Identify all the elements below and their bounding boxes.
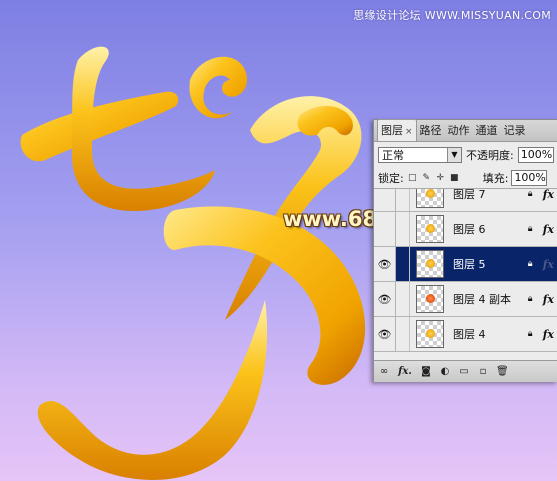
layer-row[interactable]: 图层 7 🔒︎ fx xyxy=(374,189,557,212)
lock-brush-icon[interactable]: ✎ xyxy=(421,173,432,184)
layer-row-selected[interactable]: 👁︎ 图层 5 🔒︎ fx xyxy=(374,247,557,282)
layer-list: 图层 7 🔒︎ fx 图层 6 🔒︎ fx 👁︎ 图层 5 🔒︎ fx 👁︎ 图… xyxy=(374,189,557,359)
layer-thumbnail xyxy=(416,189,444,208)
chevron-down-icon[interactable]: ▼ xyxy=(447,148,461,162)
new-layer-icon[interactable]: ▫ xyxy=(477,366,489,377)
close-icon[interactable]: × xyxy=(405,127,413,137)
tab-paths[interactable]: 路径 xyxy=(417,120,445,141)
link-layers-icon[interactable]: ∞ xyxy=(378,366,390,377)
blend-mode-select[interactable]: 正常 ▼ xyxy=(378,147,462,163)
blend-mode-value: 正常 xyxy=(382,149,404,162)
fx-icon[interactable]: fx xyxy=(543,258,554,271)
fill-label: 填充: xyxy=(482,172,509,185)
layers-panel: 图层 × 路径 动作 通道 记录 正常 ▼ 不透明度: 100% 锁定: □ ✎ … xyxy=(373,119,557,382)
tab-layers-label: 图层 xyxy=(381,124,403,137)
link-cell xyxy=(396,212,410,246)
opacity-input[interactable]: 100% xyxy=(517,147,554,163)
lock-fill-row: 锁定: □ ✎ ✛ ■ 填充: 100% xyxy=(374,168,557,189)
watermark-top: 思缘设计论坛 WWW.MISSYUAN.COM xyxy=(353,9,551,22)
layer-row[interactable]: 图层 6 🔒︎ fx xyxy=(374,212,557,247)
fill-input[interactable]: 100% xyxy=(511,170,548,186)
opacity-label: 不透明度: xyxy=(466,149,514,162)
tab-channels[interactable]: 通道 xyxy=(473,120,501,141)
layer-thumbnail xyxy=(416,215,444,243)
stroke-curl-top xyxy=(189,56,248,119)
fx-icon[interactable]: fx xyxy=(543,328,554,341)
layer-thumbnail xyxy=(416,320,444,348)
lock-icon: 🔒︎ xyxy=(527,329,533,339)
layer-name: 图层 7 xyxy=(453,189,486,201)
blend-opacity-row: 正常 ▼ 不透明度: 100% xyxy=(374,142,557,168)
lock-label: 锁定: xyxy=(378,172,404,185)
panel-tab-bar: 图层 × 路径 动作 通道 记录 xyxy=(374,119,557,142)
adjustment-layer-icon[interactable]: ◐ xyxy=(439,366,451,377)
lock-icon: 🔒︎ xyxy=(527,189,533,199)
trash-icon[interactable]: 🗑︎ xyxy=(496,366,509,377)
layer-row[interactable]: 👁︎ 图层 4 🔒︎ fx xyxy=(374,317,557,352)
tab-layers[interactable]: 图层 × xyxy=(377,119,417,141)
lock-transparent-icon[interactable]: □ xyxy=(407,173,418,184)
stroke-qi-horizontal xyxy=(20,91,179,162)
layer-name: 图层 4 副本 xyxy=(453,293,511,306)
fx-icon[interactable]: fx xyxy=(543,293,554,306)
visibility-toggle[interactable] xyxy=(374,212,396,246)
layer-name: 图层 6 xyxy=(453,223,486,236)
layer-thumbnail xyxy=(416,285,444,313)
eye-icon[interactable]: 👁︎ xyxy=(374,247,396,281)
eye-icon[interactable]: 👁︎ xyxy=(374,282,396,316)
layer-name: 图层 5 xyxy=(453,258,486,271)
add-style-button[interactable]: fx. xyxy=(397,366,413,377)
lock-icon: 🔒︎ xyxy=(527,259,533,269)
layer-name: 图层 4 xyxy=(453,328,486,341)
layer-thumbnail xyxy=(416,250,444,278)
layer-row[interactable]: 👁︎ 图层 4 副本 🔒︎ fx xyxy=(374,282,557,317)
link-cell xyxy=(396,317,410,351)
fx-icon[interactable]: fx xyxy=(543,223,554,236)
tab-history[interactable]: 记录 xyxy=(501,120,529,141)
lock-all-icon[interactable]: ■ xyxy=(449,173,460,184)
tab-actions[interactable]: 动作 xyxy=(445,120,473,141)
link-cell xyxy=(396,189,410,211)
fx-icon[interactable]: fx xyxy=(543,189,554,201)
add-mask-icon[interactable]: ◙ xyxy=(420,366,432,377)
visibility-toggle[interactable] xyxy=(374,189,396,211)
stroke-tail xyxy=(37,300,268,480)
lock-icon: 🔒︎ xyxy=(527,294,533,304)
link-cell xyxy=(396,282,410,316)
panel-bottom-toolbar: ∞ fx. ◙ ◐ ▭ ▫ 🗑︎ xyxy=(374,360,557,382)
link-cell xyxy=(396,247,410,281)
lock-icon: 🔒︎ xyxy=(527,224,533,234)
eye-icon[interactable]: 👁︎ xyxy=(374,317,396,351)
lock-move-icon[interactable]: ✛ xyxy=(435,173,446,184)
group-folder-icon[interactable]: ▭ xyxy=(458,366,470,377)
